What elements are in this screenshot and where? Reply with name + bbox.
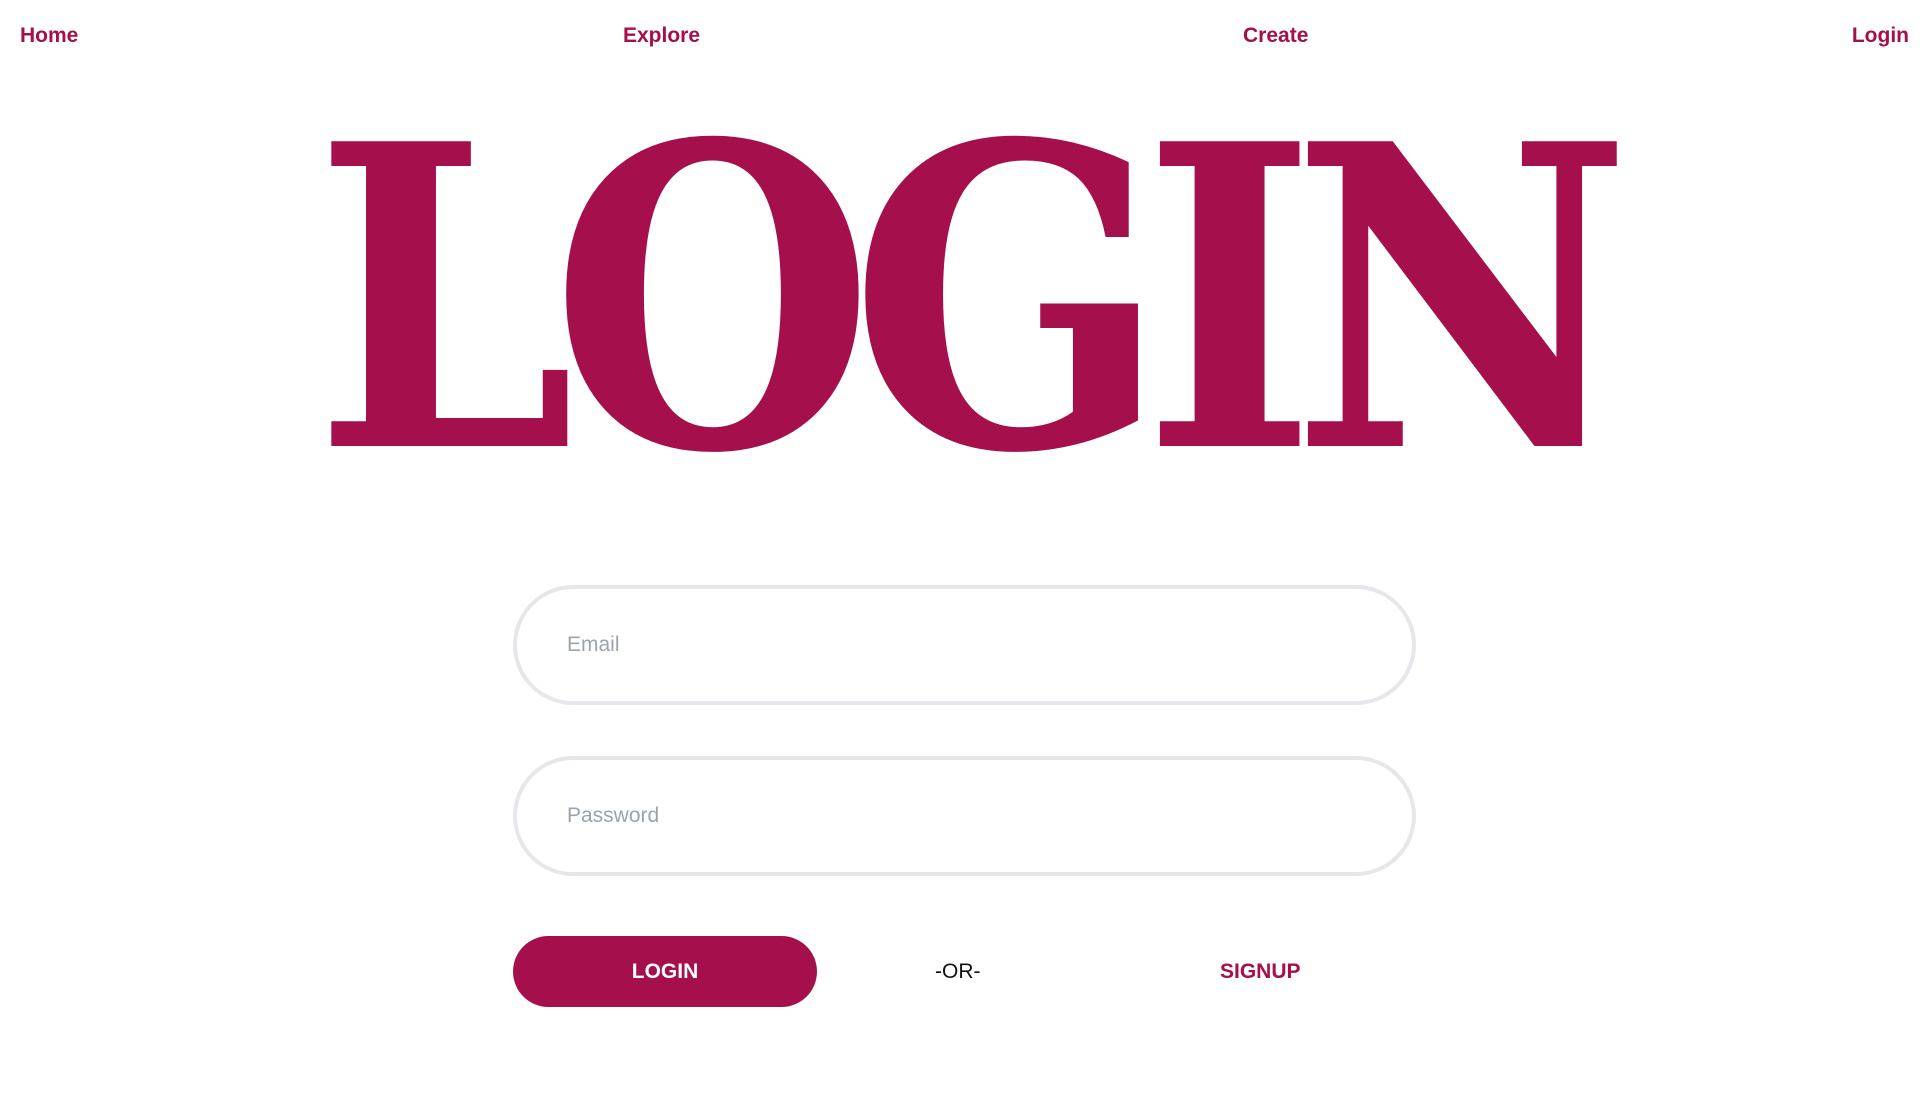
form-actions: LOGIN -OR- SIGNUP [513, 936, 1416, 1007]
login-button[interactable]: LOGIN [513, 936, 817, 1007]
nav-home-link[interactable]: Home [20, 23, 78, 48]
email-field[interactable] [513, 585, 1416, 705]
nav-explore-link[interactable]: Explore [623, 23, 700, 48]
page-title: LOGIN [313, 54, 1632, 545]
signup-link[interactable]: SIGNUP [1220, 959, 1301, 984]
or-separator: -OR- [935, 960, 981, 983]
login-form: LOGIN -OR- SIGNUP [513, 585, 1416, 1007]
nav-login-link[interactable]: Login [1852, 23, 1909, 48]
hero-section: LOGIN [0, 91, 1920, 509]
password-field[interactable] [513, 756, 1416, 876]
nav-create-link[interactable]: Create [1243, 23, 1308, 48]
